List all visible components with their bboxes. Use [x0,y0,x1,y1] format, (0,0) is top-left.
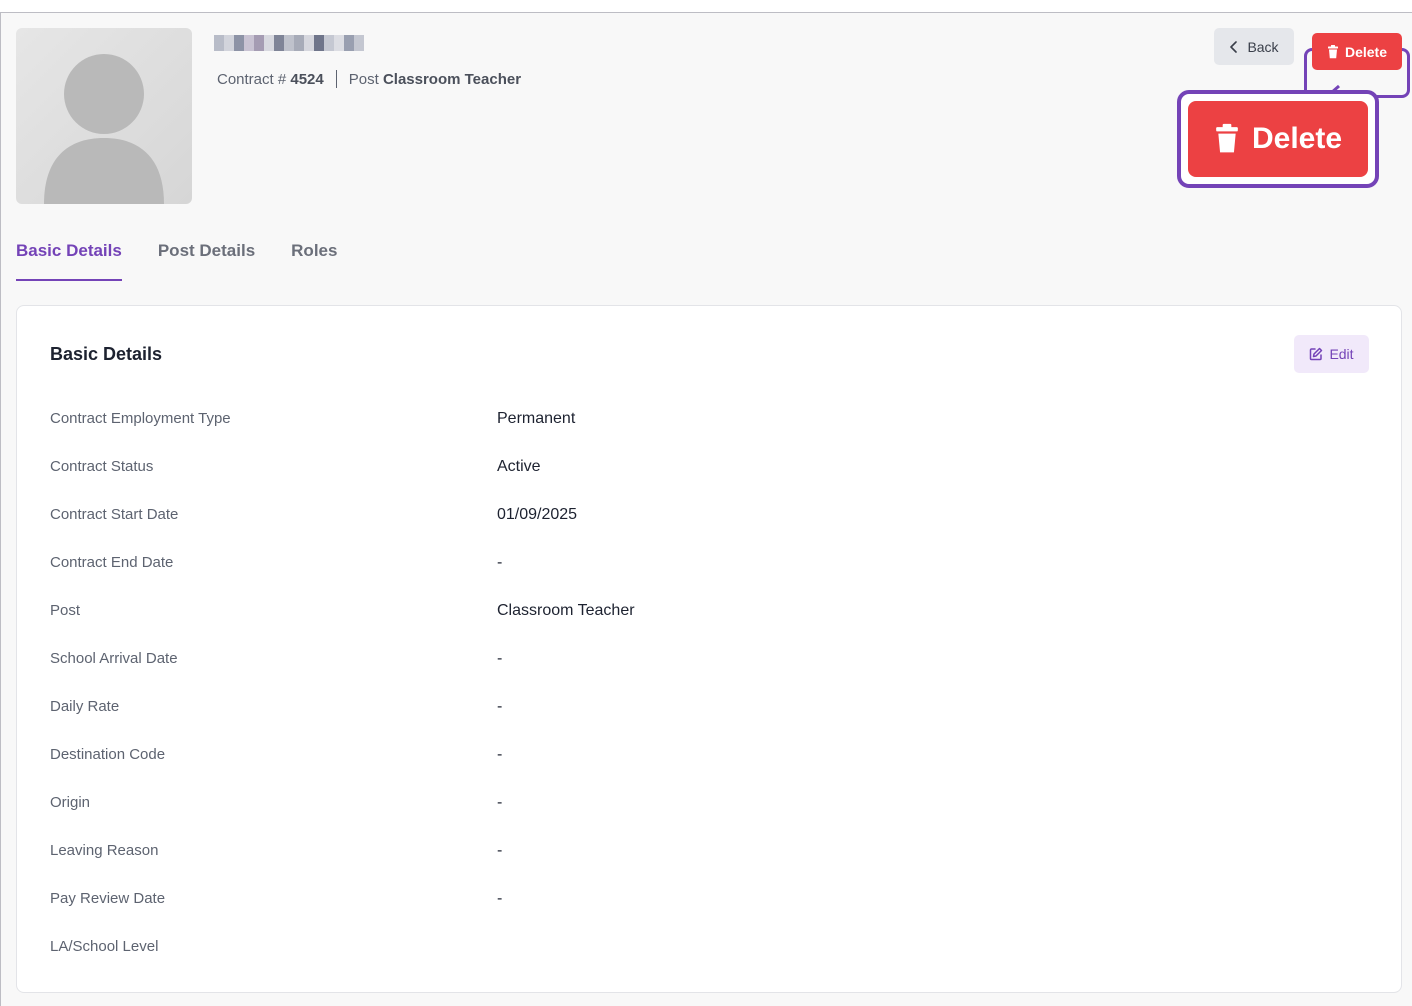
delete-button-label: Delete [1344,43,1388,60]
detail-row: Post Classroom Teacher [50,596,1350,644]
detail-label: Contract Status [50,458,154,475]
detail-label: Contract Start Date [50,506,179,523]
contract-number: 4524 [290,70,324,88]
detail-label: Origin [50,794,91,811]
contract-subtitle: Contract # 4524 Post Classroom Teacher [217,69,521,89]
tab-roles[interactable]: Roles [291,241,337,281]
detail-value: - [497,794,503,811]
contract-label: Contract # [217,70,287,88]
detail-value: - [497,554,503,571]
post-label: Post [348,70,379,88]
details-list: Contract Employment Type Permanent Contr… [50,404,1350,980]
detail-label: Post [50,602,81,619]
delete-button[interactable]: Delete [1312,33,1402,70]
edit-icon [1310,347,1323,361]
detail-value: - [497,842,503,859]
card-title: Basic Details [50,344,163,364]
detail-row: Leaving Reason - [50,836,1350,884]
avatar [16,28,192,204]
detail-row: Contract End Date - [50,548,1350,596]
tab-post-details[interactable]: Post Details [158,241,255,281]
employee-name-redacted [214,35,364,51]
detail-row: LA/School Level [50,932,1350,980]
detail-label: School Arrival Date [50,650,178,667]
delete-zoom-callout: Delete [1177,90,1379,188]
detail-value: Classroom Teacher [497,602,635,619]
detail-label: Daily Rate [50,698,120,715]
detail-value: Permanent [497,410,576,427]
detail-label: Pay Review Date [50,890,166,907]
detail-label: Contract Employment Type [50,410,231,427]
detail-label: Destination Code [50,746,166,763]
contract-page: Contract # 4524 Post Classroom Teacher B… [0,12,1412,1006]
delete-button-zoomed: Delete [1188,101,1368,177]
basic-details-card: Basic Details Edit Contract Employment T… [16,305,1402,993]
detail-row: Destination Code - [50,740,1350,788]
edit-button[interactable]: Edit [1294,335,1369,373]
post-title: Classroom Teacher [382,70,522,88]
detail-row: Contract Start Date 01/09/2025 [50,500,1350,548]
detail-row: Origin - [50,788,1350,836]
tab-basic-details[interactable]: Basic Details [16,241,122,281]
detail-value: - [497,746,503,763]
chevron-left-icon [1230,40,1238,53]
detail-row: Pay Review Date - [50,884,1350,932]
trash-icon [1327,44,1338,58]
detail-row: Contract Status Active [50,452,1350,500]
detail-value: - [497,890,503,907]
tab-bar: Basic Details Post Details Roles [16,241,337,281]
detail-value: 01/09/2025 [497,506,578,523]
person-placeholder-icon [44,54,164,204]
detail-row: Contract Employment Type Permanent [50,404,1350,452]
back-button[interactable]: Back [1214,28,1294,65]
delete-zoomed-label: Delete [1251,122,1343,155]
detail-value: - [497,698,503,715]
detail-value: Active [497,458,541,475]
detail-label: LA/School Level [50,938,159,955]
edit-button-label: Edit [1329,346,1354,362]
detail-label: Leaving Reason [50,842,159,859]
detail-row: Daily Rate - [50,692,1350,740]
subtitle-divider [335,70,337,88]
detail-value: - [497,650,503,667]
back-button-label: Back [1247,38,1279,55]
detail-label: Contract End Date [50,554,174,571]
detail-row: School Arrival Date - [50,644,1350,692]
trash-icon [1216,123,1238,153]
